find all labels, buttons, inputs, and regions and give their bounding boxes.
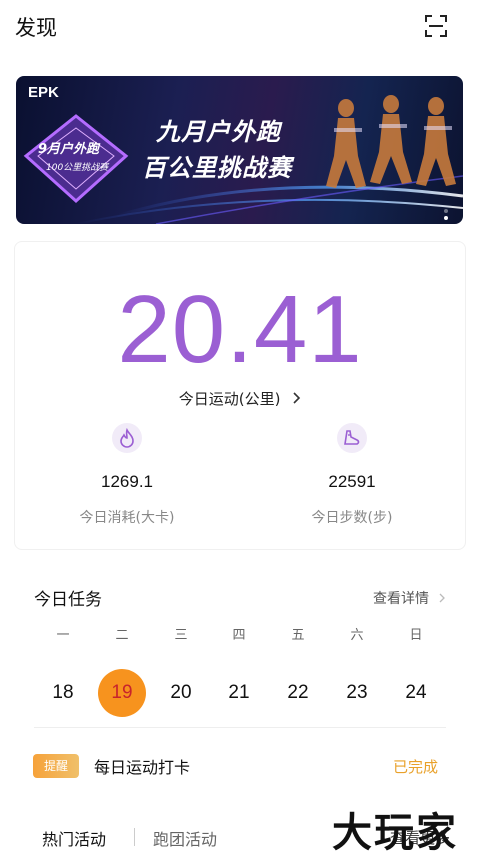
checkin-status: 已完成 (393, 758, 439, 776)
weekday-label: 五 (291, 628, 305, 643)
tab-divider (134, 828, 135, 846)
calendar-day[interactable]: 22 (274, 669, 322, 717)
steps-label: 今日步数(步) (311, 510, 393, 526)
weekday-label: 一 (56, 628, 70, 643)
steps-value: 22591 (328, 472, 376, 491)
weekday-label: 二 (115, 628, 129, 643)
weekday-label: 三 (174, 628, 188, 643)
indicator-dot-active (444, 216, 448, 220)
calendar-day[interactable]: 18 (39, 669, 87, 717)
calories-value: 1269.1 (101, 472, 153, 491)
banner-emblem-subtitle: 100公里挑战赛 (46, 163, 109, 173)
calendar-day[interactable]: 24 (392, 669, 440, 717)
banner-emblem-title: 9月户外跑 (38, 142, 100, 157)
flame-icon (112, 423, 142, 453)
banner-brand: EPK (28, 84, 59, 101)
top-bar: 发现 (0, 0, 480, 54)
weekday-label: 六 (350, 628, 364, 643)
banner-headline-2: 百公里挑战赛 (142, 154, 292, 182)
banner-headline-1: 九月户外跑 (156, 118, 281, 146)
weekday-label: 四 (232, 628, 246, 643)
distance-value: 20.41 (117, 276, 363, 383)
today-sport-link[interactable]: 今日运动(公里) (0, 388, 480, 409)
weekday-label: 日 (409, 628, 423, 643)
distance-label: 今日运动(公里) (178, 390, 281, 408)
indicator-dot (444, 209, 448, 213)
calendar-day[interactable]: 21 (215, 669, 263, 717)
tasks-detail-label: 查看详情 (373, 591, 429, 607)
tab-hot-activities[interactable]: 热门活动 (42, 826, 106, 850)
tab-club-activities[interactable]: 跑团活动 (153, 826, 217, 850)
scan-icon[interactable] (425, 15, 447, 37)
page-title: 发现 (15, 16, 57, 40)
calendar-day[interactable]: 20 (157, 669, 205, 717)
chevron-right-icon (439, 591, 446, 607)
watermark-logo: 大玩家 (332, 810, 458, 853)
tasks-title: 今日任务 (34, 590, 102, 610)
divider (34, 727, 446, 728)
shoe-icon (337, 423, 367, 453)
calories-label: 今日消耗(大卡) (79, 510, 175, 526)
chevron-right-icon (293, 390, 301, 408)
daily-checkin-label[interactable]: 每日运动打卡 (94, 754, 190, 778)
reminder-badge: 提醒 (33, 754, 79, 778)
promo-banner[interactable]: EPK 9月户外跑 100公里挑战赛 九月户外跑 百公里挑战赛 (16, 76, 463, 224)
tasks-detail-link[interactable]: 查看详情 (373, 588, 446, 608)
calendar-day[interactable]: 23 (333, 669, 381, 717)
calendar-day-selected[interactable]: 19 (98, 669, 146, 717)
